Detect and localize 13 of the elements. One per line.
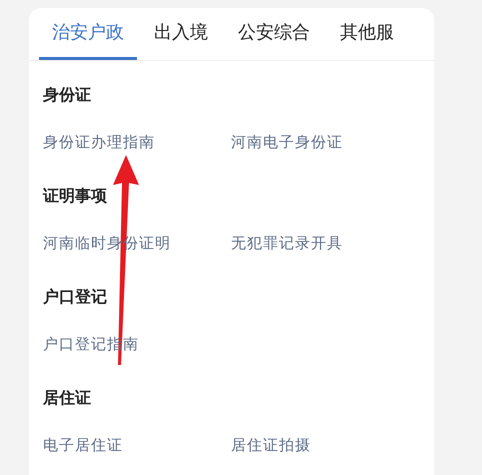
section-heading: 证明事项 bbox=[43, 185, 108, 207]
service-link[interactable]: 居住证拍摄 bbox=[231, 430, 311, 475]
tab[interactable]: 公安综合 bbox=[225, 8, 323, 60]
service-link[interactable]: 河南电子身份证 bbox=[231, 127, 343, 178]
section-heading: 身份证 bbox=[43, 84, 92, 106]
section-heading: 户口登记 bbox=[43, 286, 108, 308]
section-heading: 居住证 bbox=[43, 387, 92, 409]
tab[interactable]: 治安户政 bbox=[39, 8, 137, 60]
tab[interactable]: 其他服 bbox=[327, 8, 407, 60]
service-link[interactable]: 身份证办理指南 bbox=[43, 127, 155, 178]
service-link[interactable]: 电子居住证 bbox=[43, 430, 123, 475]
service-link[interactable]: 无犯罪记录开具 bbox=[231, 228, 343, 279]
tab[interactable]: 出入境 bbox=[141, 8, 221, 60]
